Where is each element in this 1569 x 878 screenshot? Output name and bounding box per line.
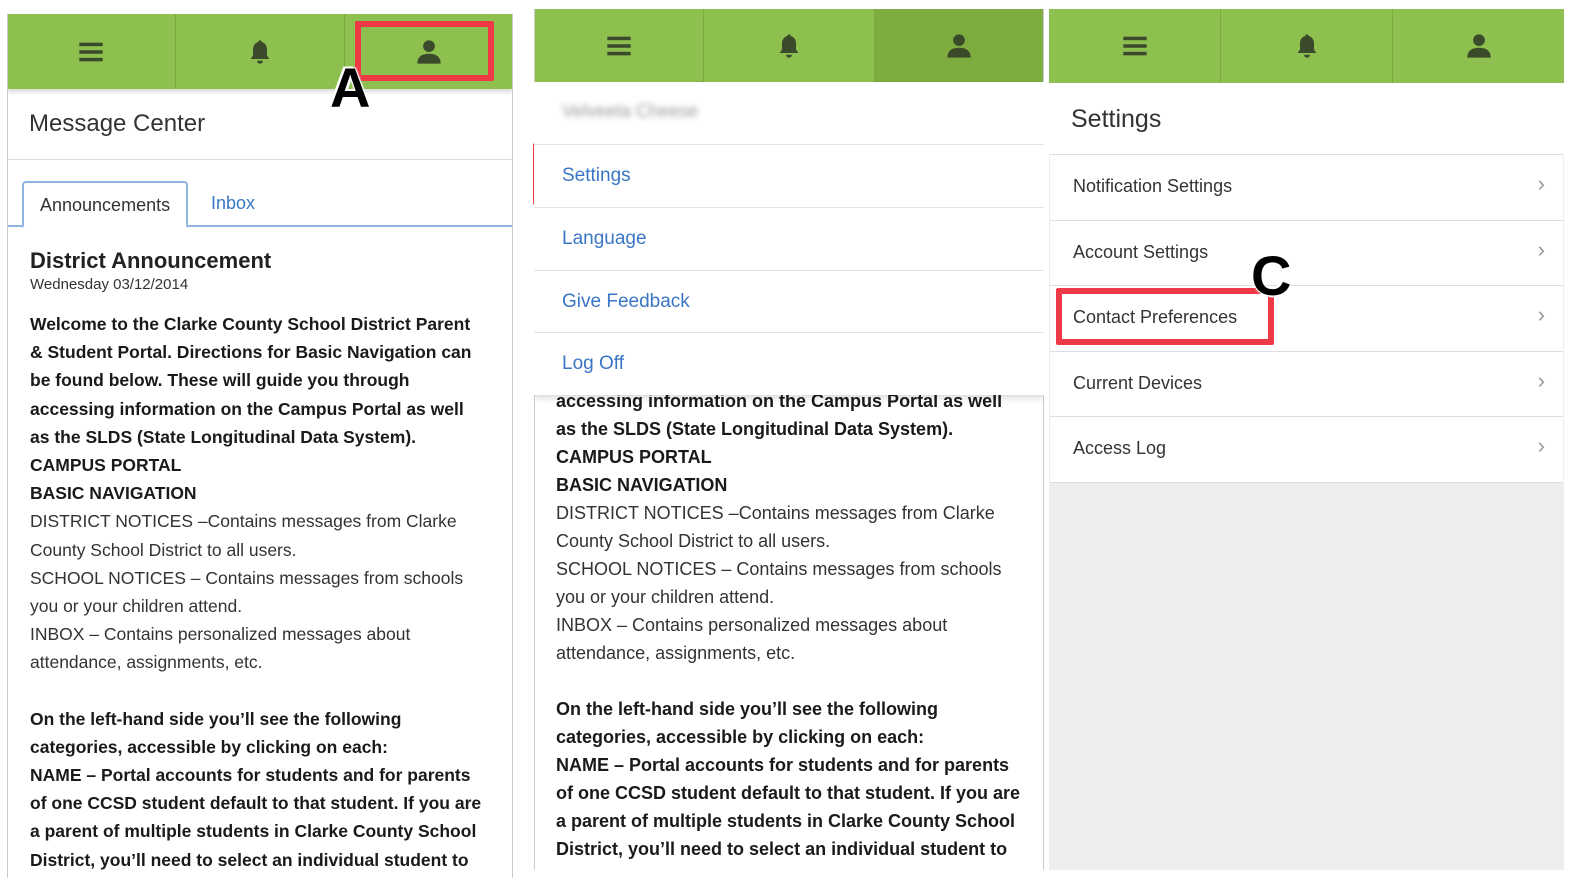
- chevron-right-icon: ›: [1537, 302, 1545, 327]
- body-line: of one CCSD student default to that stud…: [30, 793, 482, 814]
- chevron-right-icon: ›: [1537, 433, 1545, 458]
- menu-item-label: Give Feedback: [562, 291, 690, 312]
- annotation-label-c: C: [1250, 244, 1292, 307]
- body-line: you or your children attend.: [30, 596, 243, 617]
- chevron-right-icon: ›: [1537, 367, 1545, 393]
- settings-panel: Settings Notification Settings › Account…: [1049, 9, 1564, 870]
- body-line: DISTRICT NOTICES –Contains messages from…: [30, 511, 457, 532]
- announcement-title: District Announcement: [30, 248, 272, 273]
- body-line: NAME – Portal accounts for students and …: [30, 765, 471, 786]
- body-line: DISTRICT NOTICES –Contains messages from…: [556, 503, 995, 523]
- user-button[interactable]: [874, 9, 1044, 82]
- settings-item-label: Access Log: [1073, 438, 1167, 458]
- settings-item-notification[interactable]: Notification Settings ›: [1050, 155, 1563, 221]
- panel-edge: [7, 14, 8, 878]
- body-line: District, you’ll need to select an indiv…: [556, 839, 1008, 859]
- body-line: of one CCSD student default to that stud…: [556, 783, 1021, 803]
- highlight-box-a: [355, 21, 494, 81]
- bell-icon: [1297, 34, 1316, 58]
- announcement-body: Welcome to the Clarke County School Dist…: [30, 310, 510, 874]
- bell-icon: [250, 39, 270, 64]
- top-navigation-bar: [1049, 9, 1564, 83]
- settings-item-label: Current Devices: [1073, 372, 1203, 393]
- menu-item-language[interactable]: Language: [534, 207, 1044, 270]
- body-line: be found below. These will guide you thr…: [30, 370, 410, 391]
- body-line: a parent of multiple students in Clarke …: [30, 821, 477, 842]
- highlight-box-c: [1056, 288, 1274, 345]
- message-tabs: Announcements Inbox: [7, 181, 513, 228]
- user-menu-panel: accessing information on the Campus Port…: [534, 9, 1044, 870]
- chevron-right-icon: ›: [1537, 236, 1545, 262]
- panel-edge: [512, 14, 513, 878]
- menu-button[interactable]: [534, 9, 705, 82]
- menu-item-give-feedback[interactable]: Give Feedback: [534, 270, 1044, 333]
- body-line: On the left-hand side you’ll see the fol…: [30, 708, 402, 729]
- body-line: [556, 667, 1036, 695]
- page-title: Settings: [1071, 105, 1162, 133]
- settings-item-access-log[interactable]: Access Log ›: [1050, 417, 1563, 483]
- user-button[interactable]: [1393, 9, 1564, 83]
- body-line: you or your children attend.: [556, 587, 775, 607]
- notifications-button[interactable]: [176, 14, 345, 89]
- divider: [7, 159, 513, 160]
- bell-icon: [779, 33, 799, 58]
- body-line: INBOX – Contains personalized messages a…: [556, 615, 948, 635]
- body-line: NAME – Portal accounts for students and …: [556, 755, 1010, 775]
- settings-item-label: Account Settings: [1073, 241, 1209, 262]
- body-line: [30, 677, 510, 705]
- body-line: SCHOOL NOTICES – Contains messages from …: [556, 559, 1002, 579]
- announcement-date: Wednesday 03/12/2014: [30, 276, 189, 293]
- notifications-button[interactable]: [704, 9, 875, 82]
- body-line: a parent of multiple students in Clarke …: [556, 811, 1016, 831]
- body-line: BASIC NAVIGATION: [30, 483, 197, 504]
- body-line: Welcome to the Clarke County School Dist…: [30, 314, 471, 334]
- message-center-panel: Message Center Announcements Inbox Distr…: [7, 14, 513, 878]
- body-line: categories, accessible by clicking on ea…: [556, 727, 925, 747]
- settings-item-account[interactable]: Account Settings ›: [1050, 221, 1563, 286]
- notifications-button[interactable]: [1221, 9, 1393, 83]
- menu-button[interactable]: [7, 14, 176, 89]
- body-line: County School District to all users.: [30, 539, 297, 560]
- body-line: as the SLDS (State Longitudinal Data Sys…: [556, 419, 954, 439]
- tab-announcements[interactable]: Announcements: [22, 181, 189, 228]
- settings-header: Settings: [1049, 83, 1564, 154]
- body-line: & Student Portal. Directions for Basic N…: [30, 342, 472, 363]
- top-navigation-bar: [534, 9, 1044, 82]
- body-line: categories, accessible by clicking on ea…: [30, 736, 388, 757]
- body-line: attendance, assignments, etc.: [556, 643, 796, 663]
- settings-item-label: Notification Settings: [1073, 176, 1233, 196]
- body-line: CAMPUS PORTAL: [556, 447, 712, 467]
- body-line: SCHOOL NOTICES – Contains messages from …: [30, 567, 464, 588]
- settings-item-current-devices[interactable]: Current Devices ›: [1050, 352, 1563, 417]
- body-line: INBOX – Contains personalized messages a…: [30, 624, 411, 645]
- chevron-right-icon: ›: [1537, 171, 1545, 196]
- announcement-body: accessing information on the Campus Port…: [556, 387, 1036, 863]
- user-icon: [1466, 34, 1491, 58]
- tab-inbox[interactable]: Inbox: [195, 181, 271, 227]
- menu-item-log-off[interactable]: Log Off: [534, 332, 1044, 395]
- hamburger-icon: [79, 42, 103, 61]
- user-icon: [947, 33, 971, 58]
- body-line: County School District to all users.: [556, 531, 831, 551]
- user-name: Velveeta Cheese: [562, 101, 699, 121]
- menu-item-label: Language: [562, 228, 647, 249]
- body-line: CAMPUS PORTAL: [30, 455, 182, 476]
- menu-item-label: Log Off: [562, 353, 624, 374]
- body-line: BASIC NAVIGATION: [556, 475, 728, 495]
- hamburger-icon: [606, 36, 631, 55]
- body-line: District, you’ll need to select an indiv…: [30, 849, 469, 870]
- user-dropdown-menu: Velveeta Cheese Settings Language Give F…: [534, 82, 1044, 395]
- menu-item-settings[interactable]: Settings: [534, 144, 1044, 207]
- menu-item-label: Settings: [562, 165, 631, 186]
- body-line: as the SLDS (State Longitudinal Data Sys…: [30, 426, 417, 447]
- hamburger-icon: [1122, 36, 1147, 56]
- annotation-label-a: A: [329, 56, 371, 119]
- body-line: On the left-hand side you’ll see the fol…: [556, 699, 939, 719]
- page-title: Message Center: [29, 110, 206, 137]
- menu-button[interactable]: [1049, 9, 1221, 83]
- body-line: accessing information on the Campus Port…: [30, 398, 464, 419]
- body-line: attendance, assignments, etc.: [30, 652, 263, 673]
